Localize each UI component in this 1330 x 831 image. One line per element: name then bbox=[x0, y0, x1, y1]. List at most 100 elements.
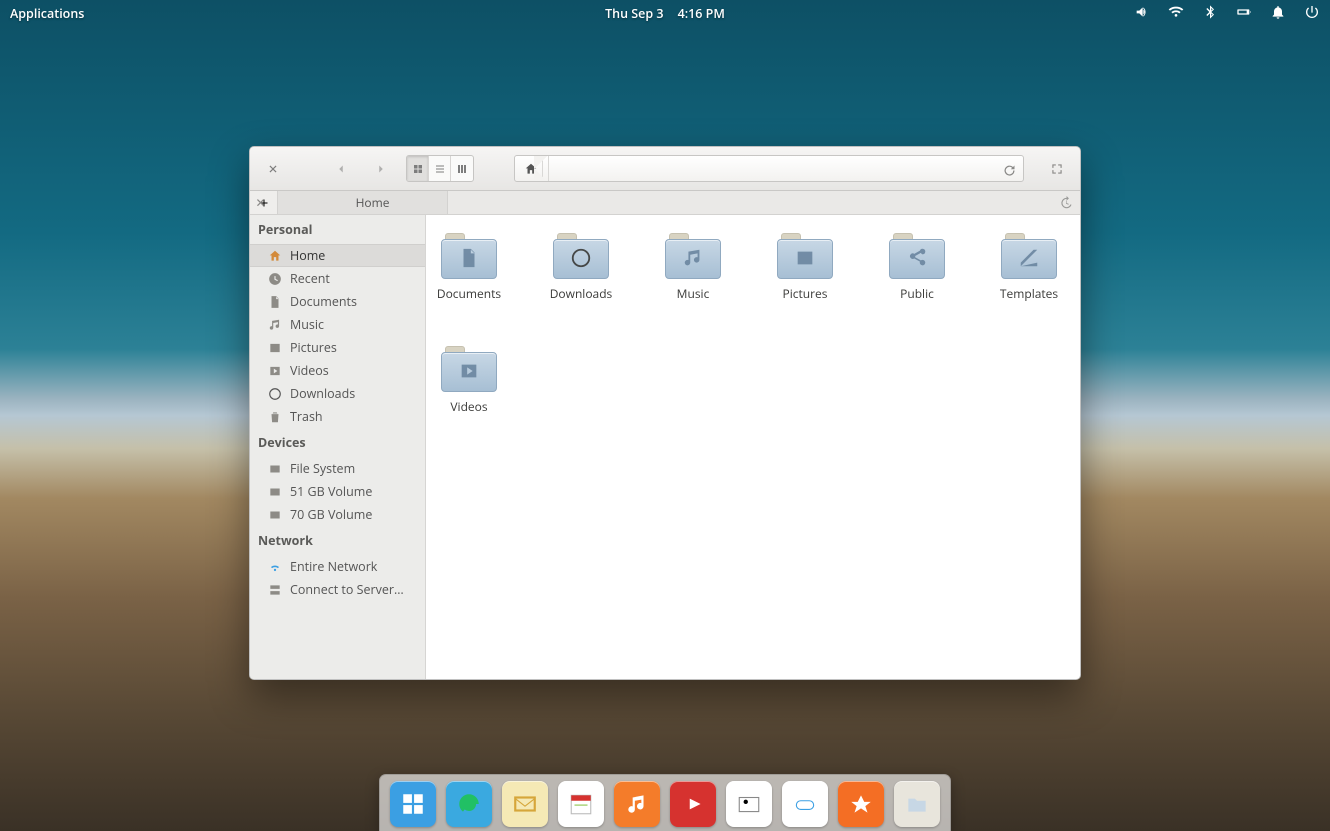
recent-icon bbox=[268, 272, 282, 286]
folder-icon bbox=[777, 233, 833, 279]
downloads-icon bbox=[268, 387, 282, 401]
sidebar-item-home[interactable]: Home bbox=[250, 244, 425, 267]
dock-videos[interactable] bbox=[670, 781, 716, 827]
tab-history-button[interactable] bbox=[1052, 191, 1080, 214]
videos-icon bbox=[268, 364, 282, 378]
sidebar-item-videos[interactable]: Videos bbox=[250, 359, 425, 382]
wifi-icon[interactable] bbox=[1168, 4, 1184, 24]
sidebar-section-header: Network bbox=[250, 526, 425, 555]
sound-icon[interactable] bbox=[1134, 4, 1150, 24]
view-list-button[interactable] bbox=[429, 156, 451, 181]
view-columns-button[interactable] bbox=[451, 156, 473, 181]
videos-icon bbox=[680, 791, 706, 817]
tab-label: Home bbox=[356, 194, 390, 211]
applications-menu[interactable]: Applications bbox=[10, 5, 84, 22]
sidebar-item-70-gb-volume[interactable]: 70 GB Volume bbox=[250, 503, 425, 526]
folder-videos[interactable]: Videos bbox=[440, 346, 498, 415]
sidebar-item-recent[interactable]: Recent bbox=[250, 267, 425, 290]
folder-label: Music bbox=[677, 285, 710, 302]
sidebar-item-label: Documents bbox=[290, 293, 357, 310]
server-icon bbox=[268, 583, 282, 597]
tab-home[interactable]: ✕ Home bbox=[278, 191, 448, 214]
sidebar-item-label: 70 GB Volume bbox=[290, 506, 372, 523]
drive-icon bbox=[268, 508, 282, 522]
view-switcher bbox=[406, 155, 474, 182]
trash-icon bbox=[268, 410, 282, 424]
panel-time[interactable]: 4:16 PM bbox=[678, 5, 725, 22]
dock-calendar[interactable] bbox=[558, 781, 604, 827]
view-icons-button[interactable] bbox=[407, 156, 429, 181]
sidebar-item-trash[interactable]: Trash bbox=[250, 405, 425, 428]
dock-files[interactable] bbox=[894, 781, 940, 827]
folder-label: Videos bbox=[450, 398, 487, 415]
maximize-button[interactable] bbox=[1042, 155, 1072, 182]
sidebar-item-label: Music bbox=[290, 316, 324, 333]
sidebar-item-downloads[interactable]: Downloads bbox=[250, 382, 425, 405]
close-window-button[interactable] bbox=[258, 155, 288, 182]
reload-button[interactable] bbox=[1002, 161, 1017, 183]
sidebar-item-connect-to-server-[interactable]: Connect to Server… bbox=[250, 578, 425, 601]
photos-icon bbox=[736, 791, 762, 817]
dock bbox=[379, 774, 951, 831]
sidebar-item-pictures[interactable]: Pictures bbox=[250, 336, 425, 359]
folder-pictures[interactable]: Pictures bbox=[776, 233, 834, 302]
mail-icon bbox=[512, 791, 538, 817]
notifications-icon[interactable] bbox=[1270, 4, 1286, 24]
tab-bar: ✕ Home bbox=[250, 191, 1080, 215]
drive-icon bbox=[268, 462, 282, 476]
dock-switchboard[interactable] bbox=[782, 781, 828, 827]
files-toolbar bbox=[250, 147, 1080, 191]
folder-music[interactable]: Music bbox=[664, 233, 722, 302]
folder-icon bbox=[441, 346, 497, 392]
power-icon[interactable] bbox=[1304, 4, 1320, 24]
multitasking-icon bbox=[400, 791, 426, 817]
battery-icon[interactable] bbox=[1236, 4, 1252, 24]
content-area[interactable]: Documents Downloads Music Pictures Public Tem… bbox=[426, 215, 1080, 679]
sidebar-section-header: Personal bbox=[250, 215, 425, 244]
switchboard-icon bbox=[792, 791, 818, 817]
folder-label: Pictures bbox=[783, 285, 828, 302]
sidebar-item-label: Entire Network bbox=[290, 558, 377, 575]
sidebar-section-header: Devices bbox=[250, 428, 425, 457]
dock-music[interactable] bbox=[614, 781, 660, 827]
sidebar-item-label: Downloads bbox=[290, 385, 355, 402]
folder-downloads[interactable]: Downloads bbox=[552, 233, 610, 302]
folder-templates[interactable]: Templates bbox=[1000, 233, 1058, 302]
top-panel: Applications Thu Sep 3 4:16 PM bbox=[0, 0, 1330, 27]
breadcrumb-home[interactable] bbox=[519, 156, 543, 181]
folder-documents[interactable]: Documents bbox=[440, 233, 498, 302]
sidebar-item-entire-network[interactable]: Entire Network bbox=[250, 555, 425, 578]
sidebar-item-label: Videos bbox=[290, 362, 329, 379]
sidebar-item-label: Pictures bbox=[290, 339, 337, 356]
sidebar-item-music[interactable]: Music bbox=[250, 313, 425, 336]
files-icon bbox=[904, 791, 930, 817]
calendar-icon bbox=[568, 791, 594, 817]
tab-close-button[interactable]: ✕ bbox=[256, 194, 266, 211]
desktop: Applications Thu Sep 3 4:16 PM bbox=[0, 0, 1330, 831]
dock-multitasking[interactable] bbox=[390, 781, 436, 827]
pictures-icon bbox=[268, 341, 282, 355]
sidebar: Personal Home Recent Documents Music Pictures… bbox=[250, 215, 426, 679]
sidebar-item-documents[interactable]: Documents bbox=[250, 290, 425, 313]
folder-label: Documents bbox=[437, 285, 501, 302]
dock-appcenter[interactable] bbox=[838, 781, 884, 827]
nav-back-button[interactable] bbox=[326, 155, 356, 182]
nav-forward-button[interactable] bbox=[366, 155, 396, 182]
drive-icon bbox=[268, 485, 282, 499]
web-browser-icon bbox=[456, 791, 482, 817]
folder-icon bbox=[1001, 233, 1057, 279]
dock-mail[interactable] bbox=[502, 781, 548, 827]
sidebar-item-51-gb-volume[interactable]: 51 GB Volume bbox=[250, 480, 425, 503]
dock-photos[interactable] bbox=[726, 781, 772, 827]
sidebar-item-label: Home bbox=[290, 247, 325, 264]
pathbar[interactable] bbox=[514, 155, 1024, 182]
folder-public[interactable]: Public bbox=[888, 233, 946, 302]
folder-label: Public bbox=[900, 285, 934, 302]
panel-date[interactable]: Thu Sep 3 bbox=[605, 5, 663, 22]
folder-icon bbox=[441, 233, 497, 279]
bluetooth-icon[interactable] bbox=[1202, 4, 1218, 24]
network-icon bbox=[268, 560, 282, 574]
documents-icon bbox=[268, 295, 282, 309]
dock-web-browser[interactable] bbox=[446, 781, 492, 827]
sidebar-item-file-system[interactable]: File System bbox=[250, 457, 425, 480]
